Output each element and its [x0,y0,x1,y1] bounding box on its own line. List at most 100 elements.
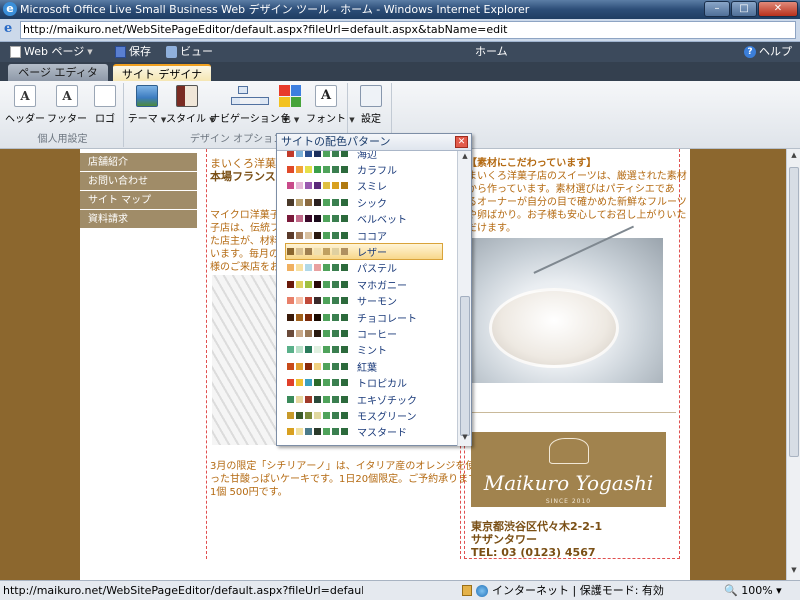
address-bar: e http://maikuro.net/WebSitePageEditor/d… [0,19,800,42]
popup-scrollbar[interactable]: ▲ ▼ [457,151,471,446]
web-page-label: Web ページ [24,45,85,58]
header-button[interactable]: A ヘッダー [4,85,46,125]
palette-item[interactable]: モスグリーン [277,407,457,423]
style-label: スタイル [166,114,206,125]
view-button[interactable]: ビュー [166,44,213,60]
palette-item[interactable]: マスタード [277,424,457,440]
theme-button[interactable]: テーマ ▼ [126,85,168,125]
color-swatch [296,182,303,190]
color-swatch [332,231,339,239]
ribbon-tabs: ページ エディタ サイト デザイナ [0,62,800,81]
web-page-menu[interactable]: Web ページ ▼ [10,44,93,60]
navigation-button[interactable]: ナビゲーション ▼ [210,85,288,125]
color-swatch [323,428,330,436]
color-swatch [332,264,339,272]
whisk-photo [471,225,663,383]
color-scheme-popup: サイトの配色パターン ✕ 海辺 カラフル スミレ シック ベルベット ココア レザー パステル… [276,133,472,446]
help-icon: ? [744,46,756,58]
palette-item[interactable]: スミレ [277,178,457,194]
color-button[interactable]: 色 ▼ [272,85,308,125]
palette-item[interactable]: チョコレート [277,309,457,325]
color-swatch [341,428,348,436]
color-swatch [296,411,303,419]
palette-item[interactable]: ココア [277,227,457,243]
settings-button[interactable]: 設定 [352,85,390,125]
color-swatch [323,151,330,157]
address-input[interactable]: http://maikuro.net/WebSitePageEditor/def… [20,21,796,39]
chevron-down-icon: ▼ [293,116,300,124]
shop-logo: Maikuro Yogashi SINCE 2010 [471,432,666,507]
color-swatch [323,215,330,223]
color-swatch [296,379,303,387]
nav-item-request[interactable]: 資料請求 [80,210,197,229]
nav-item-contact[interactable]: お問い合わせ [80,172,197,191]
palette-swatches [287,395,350,403]
palette-item[interactable]: 紅葉 [277,358,457,374]
color-swatch [314,297,321,305]
palette-item[interactable]: サーモン [277,293,457,309]
lock-icon [462,585,472,596]
color-swatch [332,313,339,321]
palette-item[interactable]: 海辺 [277,151,457,161]
color-swatch [332,362,339,370]
palette-swatches [287,346,350,354]
tab-site-designer[interactable]: サイト デザイナ [113,64,211,81]
palette-swatches [287,362,350,370]
color-swatch [332,215,339,223]
palette-label: ベルベット [357,215,407,227]
palette-item[interactable]: ベルベット [277,211,457,227]
scroll-down-icon[interactable]: ▼ [789,566,799,578]
security-zone[interactable]: インターネット | 保護モード: 有効 [462,581,664,600]
popup-close-button[interactable]: ✕ [455,136,468,148]
popup-scroll-thumb[interactable] [460,296,470,436]
palette-item[interactable]: トロピカル [277,374,457,390]
color-swatch [314,231,321,239]
palette-item[interactable]: レザー [285,243,443,260]
save-button[interactable]: 保存 [115,44,151,60]
palette-item[interactable]: マホガニー [277,276,457,292]
color-swatch [332,411,339,419]
color-swatch [305,379,312,387]
zoom-level[interactable]: 🔍 100% ▾ [724,581,782,600]
page-scrollbar[interactable]: ▲ ▼ [786,149,800,580]
scroll-thumb[interactable] [789,167,799,457]
help-button[interactable]: ? ヘルプ [744,44,792,60]
palette-item[interactable]: カラフル [277,161,457,177]
palette-label: マスタード [357,428,407,440]
color-swatch [296,248,303,256]
theme-icon [136,85,158,107]
color-swatch [296,198,303,206]
scroll-up-icon[interactable]: ▲ [789,151,799,163]
maximize-button[interactable]: □ [731,1,757,17]
chevron-down-icon: ▼ [87,48,93,56]
close-window-button[interactable]: ✕ [758,1,798,17]
scroll-down-icon[interactable]: ▼ [460,433,470,445]
color-swatch [332,248,339,256]
palette-item[interactable]: コーヒー [277,325,457,341]
logo-button[interactable]: ロゴ [84,85,126,125]
palette-item[interactable]: エキゾチック [277,391,457,407]
color-swatch [287,428,294,436]
scroll-up-icon[interactable]: ▲ [460,152,470,164]
font-button[interactable]: A フォント ▼ [306,85,355,125]
color-swatch [305,151,312,157]
palette-item[interactable]: パステル [277,260,457,276]
style-button[interactable]: スタイル ▼ [166,85,215,125]
color-swatch [296,297,303,305]
zone-label: インターネット | 保護モード: 有効 [492,584,664,597]
nav-item-store[interactable]: 店舗紹介 [80,153,197,172]
color-swatch [287,166,294,174]
palette-swatches [287,379,350,387]
palette-item[interactable]: ミント [277,342,457,358]
color-swatch [341,313,348,321]
palette-item[interactable]: シック [277,194,457,210]
palette-label: 海辺 [357,151,377,161]
nav-item-sitemap[interactable]: サイト マップ [80,191,197,210]
page-icon: e [4,21,13,36]
color-swatch [305,362,312,370]
minimize-button[interactable]: – [704,1,730,17]
color-swatch [332,280,339,288]
footer-button[interactable]: A フッター [46,85,88,125]
tab-page-editor[interactable]: ページ エディタ [8,64,108,81]
color-swatch [332,182,339,190]
